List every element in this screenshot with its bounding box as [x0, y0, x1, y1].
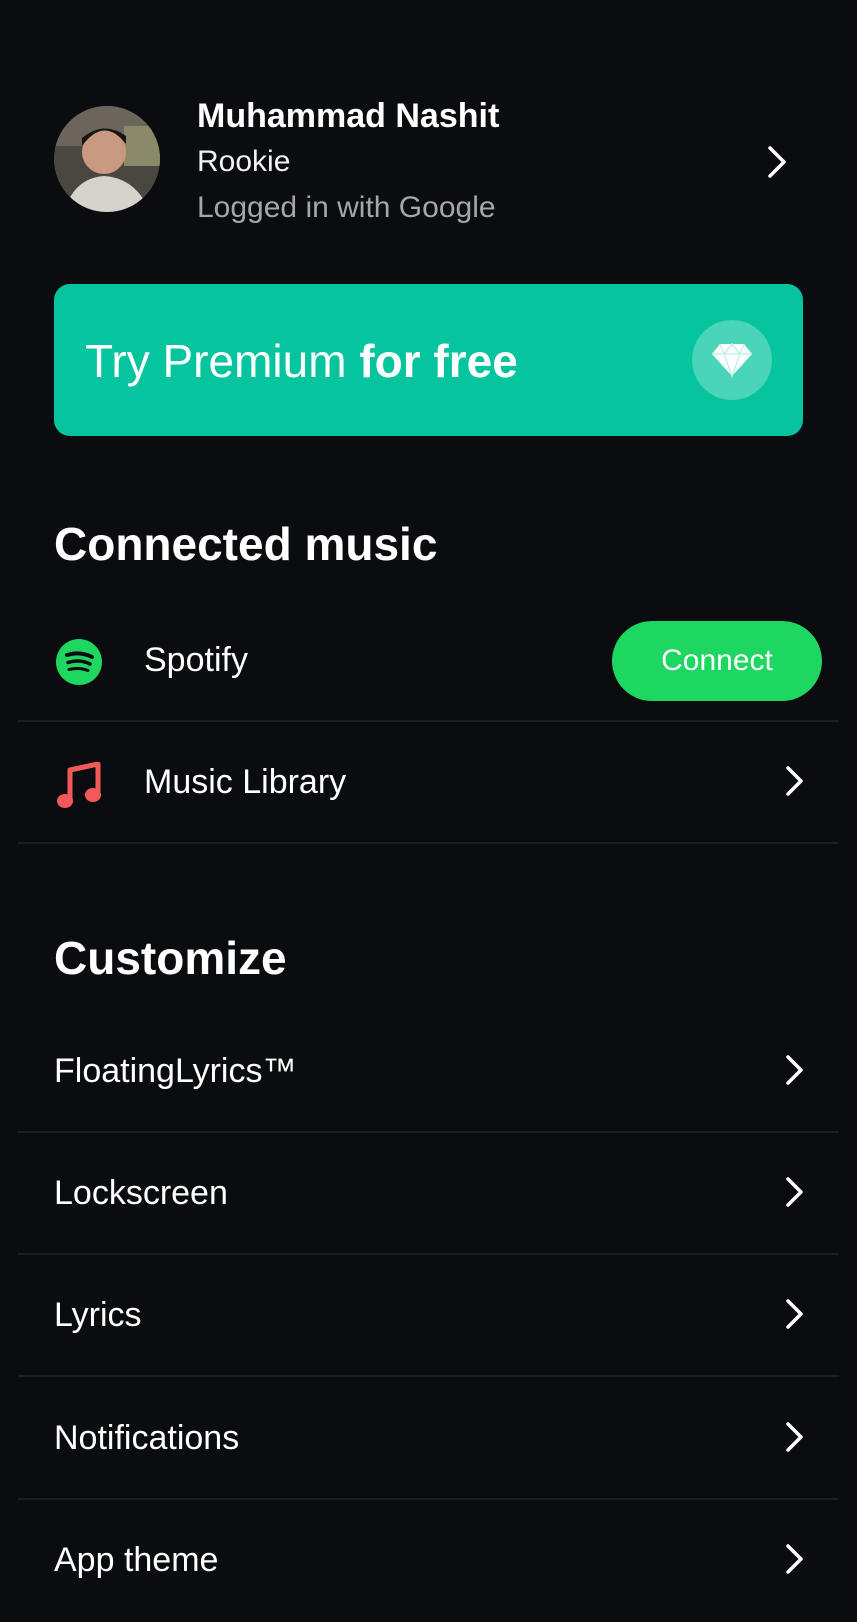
- list-item-music-library[interactable]: Music Library: [18, 722, 839, 844]
- chevron-right-icon: [786, 1422, 803, 1452]
- divider: [18, 842, 839, 844]
- chevron-right-icon: [786, 1177, 803, 1207]
- connected-music-heading: Connected music: [54, 518, 438, 570]
- list-item-lockscreen[interactable]: Lockscreen: [18, 1133, 839, 1255]
- premium-text-regular: Try Premium: [85, 335, 347, 387]
- chevron-right-icon: [786, 1055, 803, 1085]
- divider: [18, 1375, 839, 1377]
- list-item-floatinglyrics[interactable]: FloatingLyrics™: [18, 1011, 839, 1133]
- list-item-lyrics[interactable]: Lyrics: [18, 1255, 839, 1377]
- music-note-icon: [57, 762, 101, 808]
- customize-heading: Customize: [54, 932, 287, 984]
- profile-name: Muhammad Nashit: [197, 97, 500, 135]
- chevron-right-icon: [786, 1544, 803, 1574]
- list-item-label: Music Library: [144, 763, 347, 801]
- diamond-icon: [692, 320, 772, 400]
- list-item-label: Lockscreen: [54, 1174, 228, 1212]
- login-method: Logged in with Google: [197, 191, 496, 224]
- premium-text-bold: for free: [359, 335, 518, 387]
- avatar: [54, 106, 160, 212]
- profile-level: Rookie: [197, 145, 291, 178]
- chevron-right-icon: [786, 1299, 803, 1329]
- list-item-label: App theme: [54, 1541, 219, 1579]
- list-item-label: Lyrics: [54, 1296, 142, 1334]
- chevron-right-icon[interactable]: [764, 144, 790, 180]
- list-item-app-theme[interactable]: App theme: [18, 1500, 839, 1622]
- list-item-notifications[interactable]: Notifications: [18, 1378, 839, 1500]
- profile-header[interactable]: Muhammad Nashit Rookie Logged in with Go…: [0, 0, 857, 260]
- premium-text: Try Premium for free: [85, 334, 518, 388]
- spotify-icon: [56, 639, 102, 685]
- list-item-label: Spotify: [144, 641, 248, 679]
- connect-button[interactable]: Connect: [612, 621, 822, 701]
- try-premium-banner[interactable]: Try Premium for free: [54, 284, 803, 436]
- chevron-right-icon: [786, 766, 803, 796]
- list-item-label: Notifications: [54, 1419, 240, 1457]
- list-item-spotify[interactable]: Spotify Connect: [18, 600, 839, 722]
- list-item-label: FloatingLyrics™: [54, 1052, 297, 1090]
